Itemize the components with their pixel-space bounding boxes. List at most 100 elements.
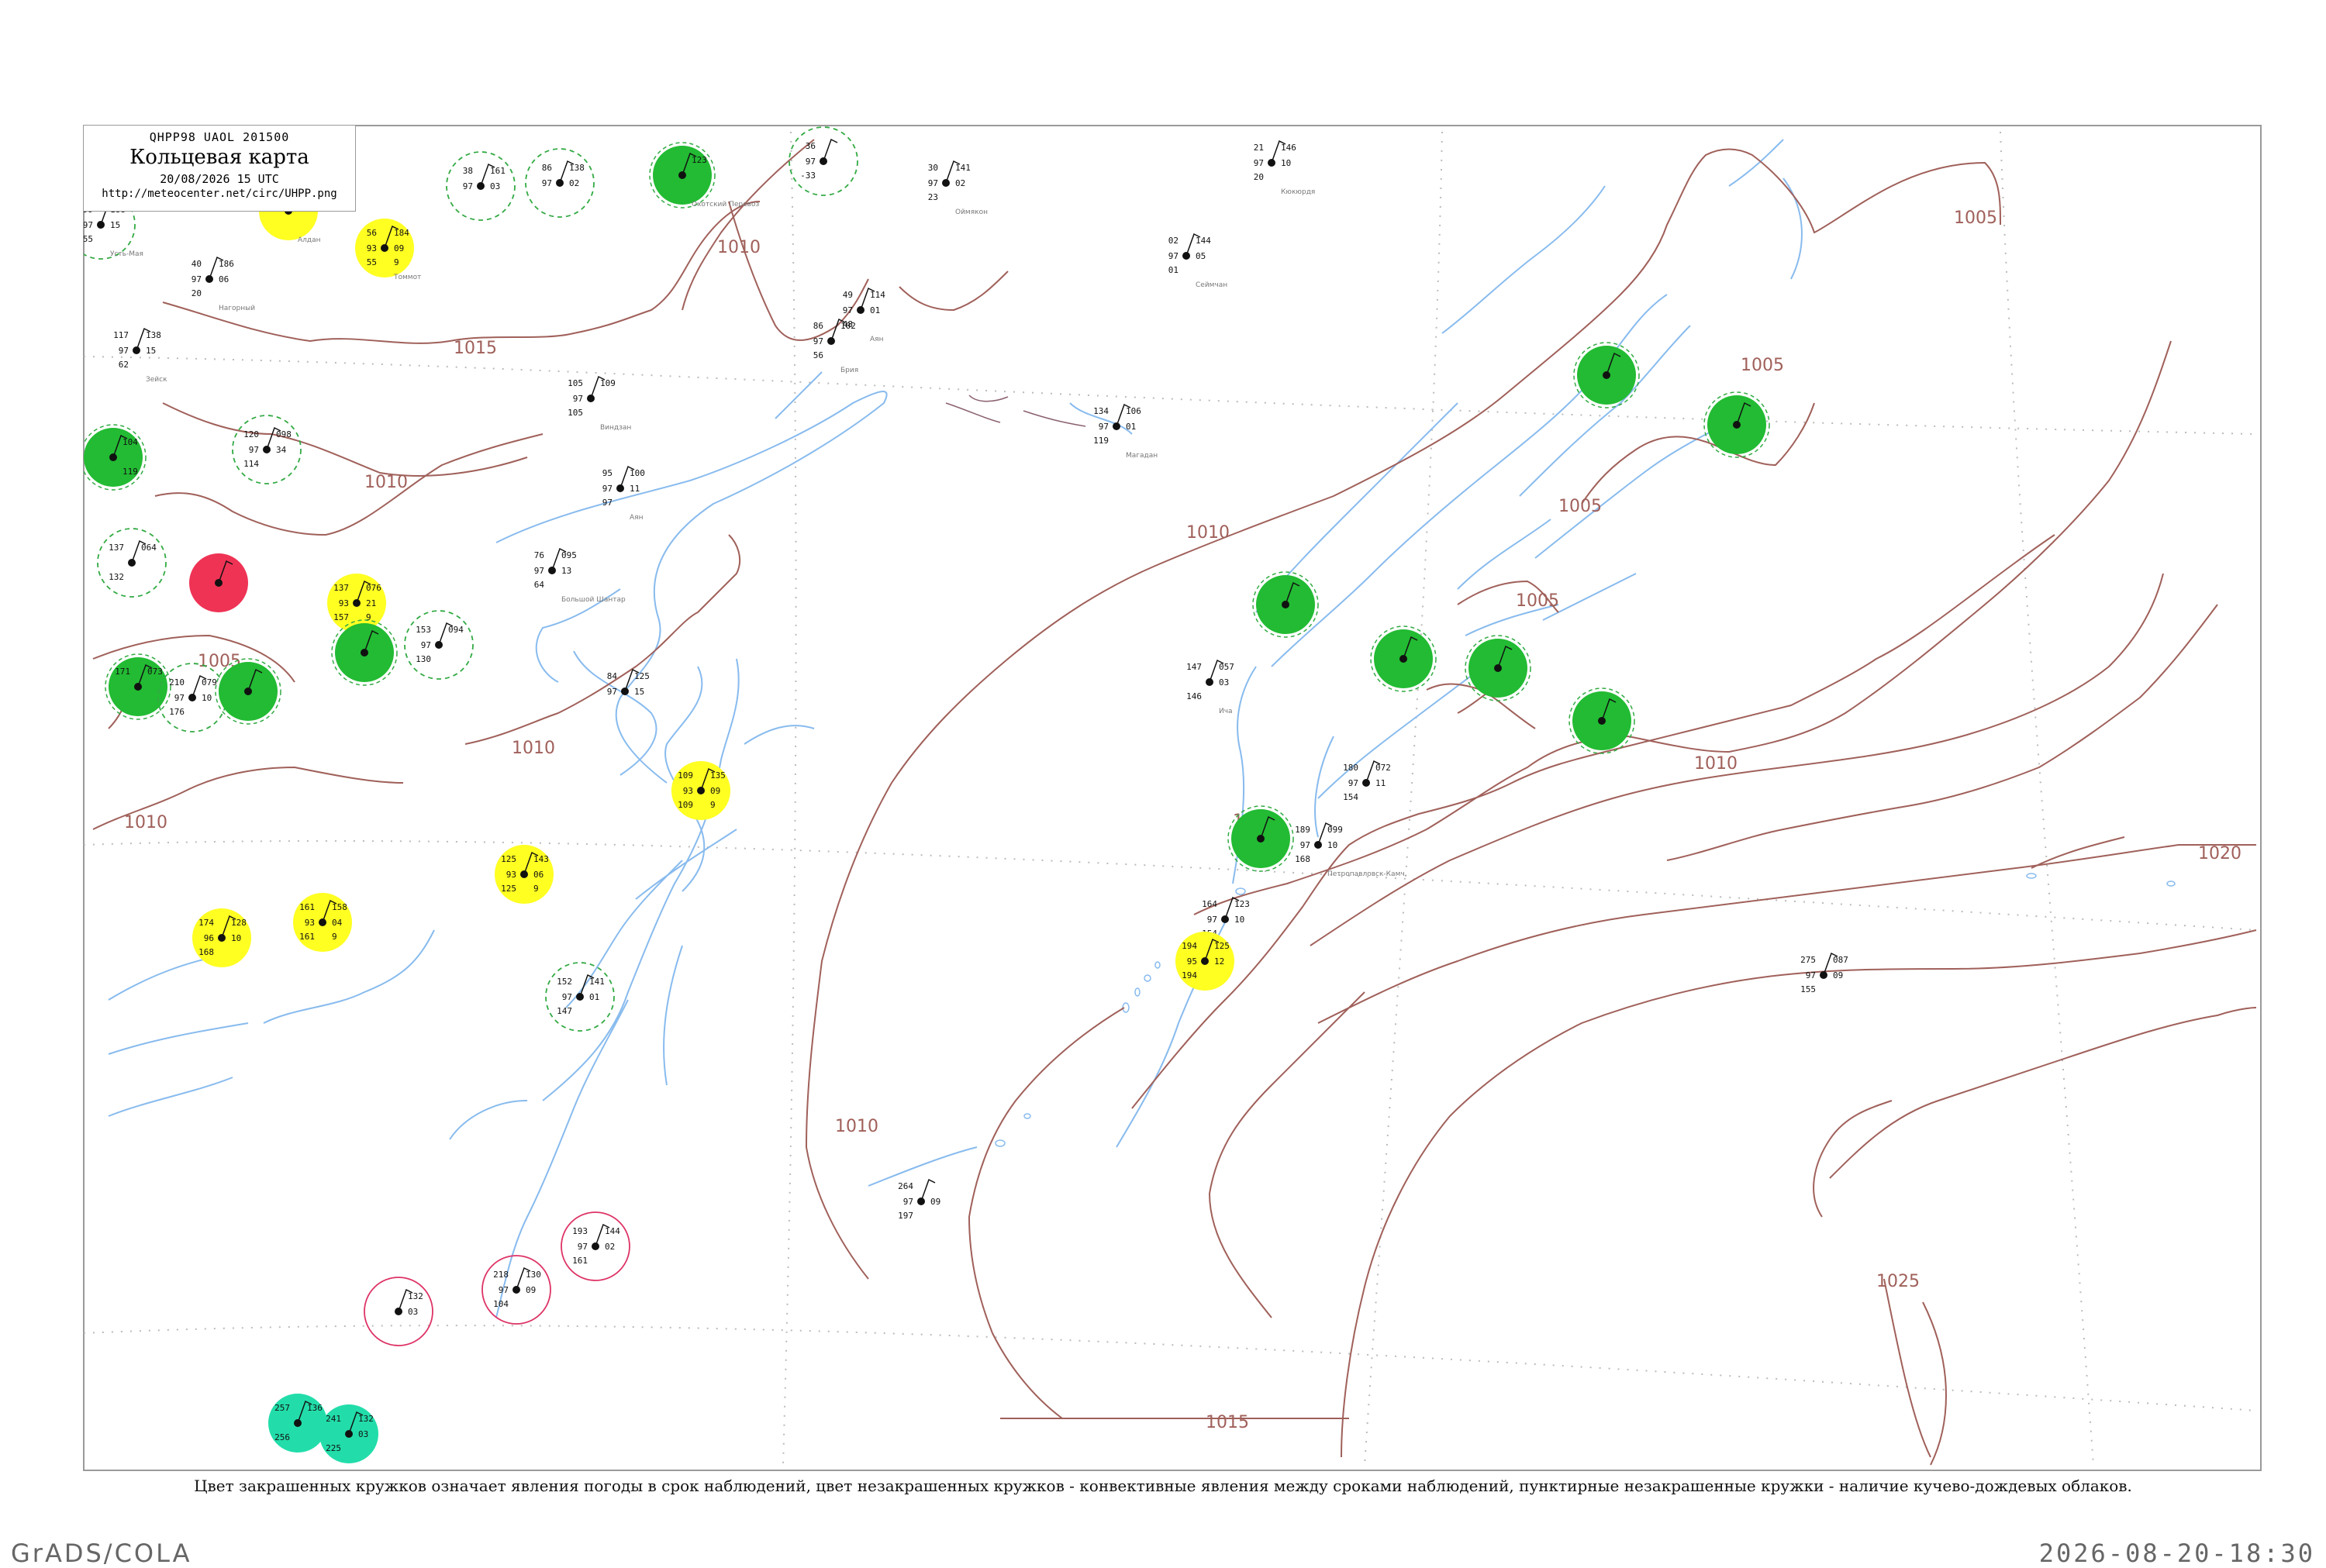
station-temperature: 161 <box>299 902 315 912</box>
station-tendency: 09 <box>1833 970 1843 980</box>
station-dewpoint: 256 <box>274 1432 290 1442</box>
station-dewpoint: 109 <box>678 800 693 810</box>
station-tendency: 02 <box>955 178 965 188</box>
station-plot: 02 144 97 05 01 Сеймчан <box>1168 233 1227 289</box>
station-pressure: 072 <box>1375 763 1391 773</box>
station-temperature: 153 <box>416 625 431 635</box>
station-plot: 152 141 97 01 147 <box>545 962 615 1032</box>
station-tendency: 15 <box>110 220 120 230</box>
station-tendency: 05 <box>1196 251 1206 261</box>
synoptic-map: 1015 1010 1010 1005 1010 1010 1010 1005 … <box>83 126 2257 1466</box>
station-pressure: 057 <box>1219 662 1234 672</box>
station-visibility: 97 <box>174 693 185 703</box>
station-temperature: 30 <box>928 163 938 173</box>
station-name: Ича <box>1219 708 1233 715</box>
station-visibility: 97 <box>1254 158 1264 168</box>
station-visibility: 97 <box>421 640 431 650</box>
station-tendency: 10 <box>1234 915 1244 925</box>
station-temperature: 257 <box>274 1403 290 1413</box>
station-name: Усть-Мая <box>110 250 143 258</box>
station-precip: 9 <box>366 612 371 622</box>
station-pressure: 095 <box>561 550 577 560</box>
station-plot <box>1252 571 1319 638</box>
station-plot: 36 97 -33 <box>789 126 858 196</box>
station-dewpoint: 104 <box>493 1299 509 1309</box>
station-tendency: 34 <box>276 445 287 455</box>
station-dewpoint: 125 <box>501 884 516 894</box>
station-pressure: 130 <box>526 1270 541 1280</box>
footer-credit: GrADS/COLA <box>11 1539 192 1568</box>
station-plot <box>215 658 281 725</box>
station-dewpoint: 23 <box>928 192 938 202</box>
station-tendency: 09 <box>526 1285 536 1295</box>
station-name: Сеймчан <box>1196 281 1227 289</box>
station-pressure: 184 <box>394 228 409 238</box>
isobar-label: 1005 <box>1558 497 1602 516</box>
isobar-label: 1015 <box>1206 1413 1249 1432</box>
station-dewpoint: 56 <box>813 350 823 360</box>
station-plot: 147 057 03 146 Ича <box>1186 659 1234 715</box>
isobar-label: 1015 <box>454 339 497 358</box>
station-name: Аян <box>870 336 884 343</box>
station-dewpoint: 147 <box>557 1006 572 1016</box>
station-tendency: 21 <box>366 598 376 608</box>
station-visibility: 97 <box>562 992 572 1002</box>
station-dewpoint: 176 <box>169 707 185 717</box>
station-plot: 241 132 03 225 <box>319 1404 378 1463</box>
station-plot: 38 161 97 03 <box>446 151 516 221</box>
station-visibility: 93 <box>305 918 315 928</box>
station-pressure: 132 <box>358 1414 374 1424</box>
station-pressure: 161 <box>490 166 506 176</box>
station-visibility: 97 <box>578 1242 588 1252</box>
station-tendency: 09 <box>930 1197 940 1207</box>
map-title: Кольцевая карта <box>129 146 309 169</box>
station-dewpoint: 64 <box>534 580 545 590</box>
station-name: Нагорный <box>219 305 255 312</box>
station-tendency: 10 <box>1281 158 1291 168</box>
station-visibility: 97 <box>83 220 93 230</box>
station-dewpoint: 20 <box>192 288 202 298</box>
isobar-label: 1005 <box>1741 356 1784 375</box>
map-url[interactable]: http://meteocenter.net/circ/UHPP.png <box>84 188 355 200</box>
station-dewpoint: 155 <box>1800 984 1816 994</box>
station-tendency: 03 <box>1219 677 1229 688</box>
station-plot: 40 186 97 06 20 Нагорный <box>192 256 255 312</box>
station-plot <box>331 619 398 686</box>
station-plot <box>1227 805 1294 872</box>
station-temperature: 137 <box>333 583 349 593</box>
station-dewpoint: 130 <box>416 654 431 664</box>
station-name: Томмот <box>393 274 421 281</box>
station-tendency: 02 <box>569 178 579 188</box>
isobar-label: 1010 <box>1186 523 1230 543</box>
station-temperature: 164 <box>1202 899 1217 909</box>
station-pressure: 076 <box>366 583 381 593</box>
station-tendency: 03 <box>358 1429 368 1439</box>
station-precip: 119 <box>123 467 138 477</box>
station-temperature: 49 <box>843 290 853 300</box>
station-plot: 123 Охотский Перевоз <box>649 142 759 208</box>
station-pressure: 123 <box>1234 899 1250 909</box>
station-temperature: 120 <box>243 429 259 439</box>
station-name: Оймякон <box>955 208 988 216</box>
station-temperature: 210 <box>169 677 185 688</box>
station-temperature: 189 <box>1295 825 1310 835</box>
station-dewpoint: 161 <box>572 1256 588 1266</box>
station-dewpoint: 20 <box>1254 172 1264 182</box>
station-name: Охотский Перевоз <box>692 201 759 208</box>
isobar-label: 1010 <box>1694 754 1738 774</box>
station-pressure: 143 <box>533 854 549 864</box>
isobars <box>92 139 2257 1466</box>
station-temperature: 86 <box>813 321 823 331</box>
station-tendency: 12 <box>1214 956 1224 967</box>
station-visibility: 95 <box>1187 956 1197 967</box>
station-temperature: 76 <box>534 550 544 560</box>
station-pressure: 141 <box>589 977 605 987</box>
station-dewpoint: 197 <box>898 1211 913 1221</box>
station-plot <box>189 553 248 612</box>
station-precip: 9 <box>710 800 716 810</box>
station-visibility: 97 <box>1300 840 1310 850</box>
station-temperature: 21 <box>1254 143 1264 153</box>
station-plot: 137 064 132 <box>97 528 167 598</box>
station-plot: 137 076 93 21 157 9 <box>327 574 386 632</box>
station-dewpoint: 154 <box>1343 792 1358 802</box>
